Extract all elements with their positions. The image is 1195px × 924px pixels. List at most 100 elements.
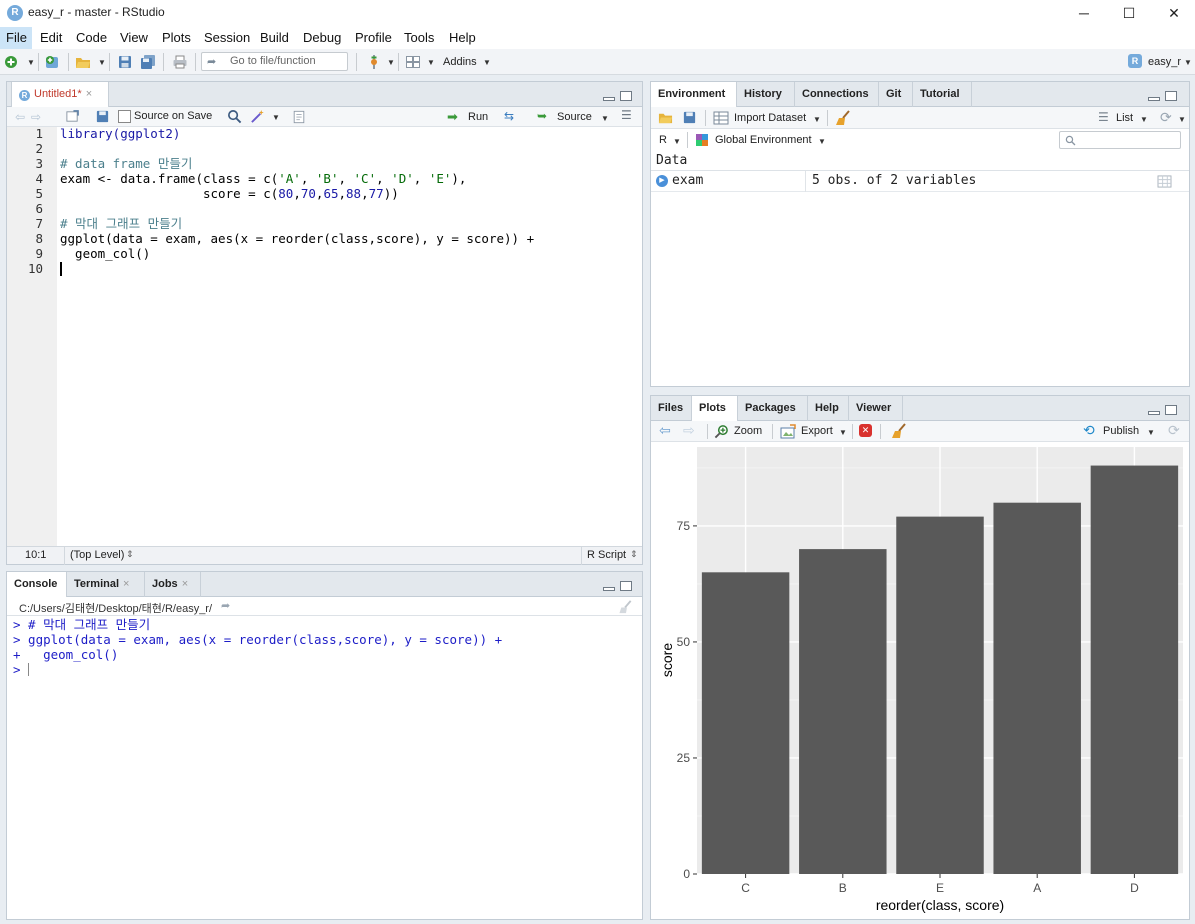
tab-tutorial[interactable]: Tutorial — [913, 82, 972, 107]
menu-session[interactable]: Session — [204, 30, 250, 45]
tab-viewer[interactable]: Viewer — [849, 396, 903, 421]
file-type-selector[interactable]: R Script — [587, 549, 626, 561]
zoom-button[interactable]: Zoom — [734, 425, 762, 437]
close-tab-icon[interactable]: × — [182, 578, 188, 590]
save-icon[interactable] — [117, 54, 133, 70]
export-menu[interactable]: Export — [801, 425, 833, 437]
chevron-down-icon[interactable]: ▼ — [387, 58, 395, 67]
chevron-down-icon[interactable]: ▼ — [813, 115, 821, 124]
chevron-down-icon[interactable]: ▼ — [27, 58, 35, 67]
minimize-pane-icon[interactable] — [1148, 411, 1160, 415]
code-editor[interactable]: library(ggplot2) # data frame 만들기 exam <- … — [60, 126, 635, 276]
maximize-pane-icon[interactable] — [1165, 91, 1177, 101]
chevron-down-icon[interactable]: ▼ — [601, 114, 609, 123]
chevron-down-icon[interactable]: ▼ — [1140, 115, 1148, 124]
remove-plot-icon[interactable]: ✕ — [859, 424, 872, 437]
menu-tools[interactable]: Tools — [404, 30, 434, 45]
close-tab-icon[interactable]: × — [86, 88, 92, 100]
refresh-icon[interactable]: ⟳ — [1160, 109, 1172, 126]
back-arrow-icon[interactable]: ⇦ — [15, 110, 25, 124]
environment-row[interactable]: ▶ exam 5 obs. of 2 variables — [651, 171, 1189, 192]
publish-icon[interactable]: ⟲ — [1083, 422, 1095, 439]
show-in-window-icon[interactable] — [65, 109, 80, 124]
minimize-pane-icon[interactable] — [603, 97, 615, 101]
zoom-icon[interactable] — [714, 424, 729, 439]
clear-console-broom-icon[interactable] — [618, 599, 634, 614]
tab-packages[interactable]: Packages — [738, 396, 808, 421]
menu-build[interactable]: Build — [260, 30, 289, 45]
minimize-pane-icon[interactable] — [1148, 97, 1160, 101]
source-arrow-icon[interactable]: ➥ — [537, 109, 547, 123]
git-commit-icon[interactable] — [366, 54, 382, 70]
source-on-save-checkbox[interactable] — [118, 110, 131, 123]
maximize-pane-icon[interactable] — [620, 91, 632, 101]
chevron-down-icon[interactable]: ▼ — [98, 58, 106, 67]
next-plot-icon[interactable]: ⇨ — [683, 422, 695, 439]
menu-profile[interactable]: Profile — [355, 30, 392, 45]
new-project-icon[interactable] — [44, 54, 60, 70]
view-data-table-icon[interactable] — [1157, 175, 1172, 188]
export-icon[interactable] — [780, 424, 796, 439]
import-dataset-button[interactable]: Import Dataset — [734, 112, 806, 124]
tab-environment[interactable]: Environment — [651, 82, 737, 108]
forward-arrow-icon[interactable]: ⇨ — [31, 110, 41, 124]
save-workspace-icon[interactable] — [682, 110, 697, 125]
tab-untitled1[interactable]: R Untitled1* × — [11, 82, 109, 108]
chevron-down-icon[interactable]: ▼ — [839, 428, 847, 437]
menu-view[interactable]: View — [120, 30, 148, 45]
menu-code[interactable]: Code — [76, 30, 107, 45]
new-file-icon[interactable] — [3, 54, 19, 70]
language-selector[interactable]: R — [659, 134, 667, 146]
search-icon[interactable] — [227, 109, 242, 124]
code-tools-wand-icon[interactable] — [250, 109, 265, 124]
save-icon[interactable] — [95, 109, 110, 124]
clear-workspace-broom-icon[interactable] — [835, 110, 851, 126]
environment-search-input[interactable] — [1059, 131, 1181, 149]
source-button[interactable]: Source — [557, 111, 592, 123]
tab-console[interactable]: Console — [7, 572, 67, 598]
tab-git[interactable]: Git — [879, 82, 913, 107]
load-workspace-icon[interactable] — [657, 110, 674, 125]
maximize-button[interactable]: ☐ — [1106, 0, 1152, 27]
expand-icon[interactable]: ▶ — [656, 175, 668, 187]
close-button[interactable]: ✕ — [1151, 0, 1195, 27]
chevron-down-icon[interactable]: ▼ — [272, 113, 280, 122]
console-output[interactable]: > # 막대 그래프 만들기 > ggplot(data = exam, aes(… — [13, 617, 633, 677]
tab-plots[interactable]: Plots — [692, 396, 738, 422]
menu-plots[interactable]: Plots — [162, 30, 191, 45]
publish-button[interactable]: Publish — [1103, 425, 1139, 437]
tab-jobs[interactable]: Jobs × — [145, 572, 201, 597]
print-icon[interactable] — [172, 54, 188, 70]
refresh-icon[interactable]: ⟳ — [1168, 422, 1180, 439]
chevron-down-icon[interactable]: ▼ — [1178, 115, 1186, 124]
compile-report-icon[interactable] — [292, 110, 306, 124]
tab-connections[interactable]: Connections — [795, 82, 879, 107]
previous-plot-icon[interactable]: ⇦ — [659, 422, 671, 439]
clear-plots-broom-icon[interactable] — [891, 423, 907, 439]
pane-layout-icon[interactable] — [405, 54, 421, 70]
menu-help[interactable]: Help — [449, 30, 476, 45]
tab-history[interactable]: History — [737, 82, 795, 107]
chevron-down-icon[interactable]: ▼ — [1147, 428, 1155, 437]
view-mode-selector[interactable]: List — [1116, 112, 1133, 124]
project-menu[interactable]: easy_r — [1148, 56, 1181, 68]
chevron-down-icon[interactable]: ▼ — [427, 58, 435, 67]
chevron-down-icon[interactable]: ▼ — [1184, 58, 1192, 67]
open-folder-icon[interactable] — [75, 54, 91, 70]
tab-help[interactable]: Help — [808, 396, 849, 421]
maximize-pane-icon[interactable] — [1165, 405, 1177, 415]
menu-debug[interactable]: Debug — [303, 30, 341, 45]
run-button[interactable]: Run — [468, 111, 488, 123]
chevron-down-icon[interactable]: ▼ — [673, 137, 681, 146]
import-dataset-icon[interactable] — [713, 111, 729, 125]
go-to-directory-icon[interactable]: ➦ — [221, 599, 230, 612]
environment-scope-selector[interactable]: Global Environment — [715, 134, 812, 146]
rerun-icon[interactable]: ⇆ — [504, 109, 514, 123]
minimize-button[interactable]: ─ — [1061, 0, 1107, 27]
go-to-file-placeholder[interactable]: Go to file/function — [230, 55, 316, 67]
close-tab-icon[interactable]: × — [123, 578, 129, 590]
chevron-down-icon[interactable]: ▼ — [483, 58, 491, 67]
document-outline-icon[interactable]: ☰ — [621, 108, 632, 122]
menu-edit[interactable]: Edit — [40, 30, 62, 45]
scope-selector[interactable]: (Top Level) — [70, 549, 124, 561]
